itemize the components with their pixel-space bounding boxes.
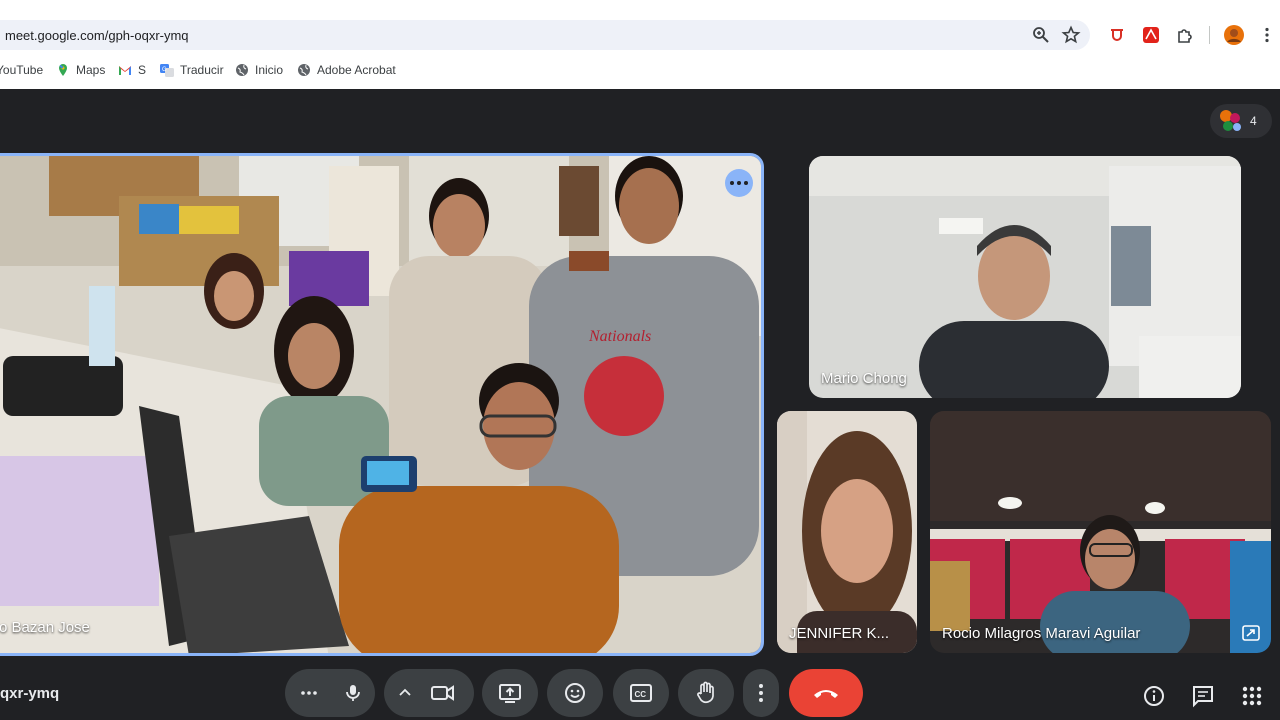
raise-hand-icon <box>697 681 714 703</box>
video-tile-mario-chong[interactable]: Mario Chong <box>809 156 1241 398</box>
microphone-button[interactable] <box>335 675 371 711</box>
video-tile-jennifer[interactable]: JENNIFER K... <box>777 411 917 653</box>
globe-icon <box>235 63 249 77</box>
bookmark-label: Inicio <box>255 63 284 77</box>
rocio-video-frame <box>930 411 1271 653</box>
main-video-frame: Nationals <box>0 156 761 653</box>
meeting-code: qxr-ymq <box>0 685 60 702</box>
jennifer-video-frame <box>777 411 917 653</box>
microphone-icon <box>346 685 360 701</box>
participant-name: Rocio Milagros Maravi Aguilar <box>942 625 1141 642</box>
gmail-icon <box>118 63 132 77</box>
bookmark-youtube[interactable]: YouTube <box>0 60 43 80</box>
bookmark-gmail[interactable]: S <box>118 60 146 80</box>
bookmark-adobe-acrobat[interactable]: Adobe Acrobat <box>297 60 396 80</box>
present-screen-button[interactable] <box>482 669 538 717</box>
video-tile-main[interactable]: Nationals o Bazan Jose <box>0 153 764 656</box>
kebab-icon <box>759 684 763 702</box>
emoji-reactions-button[interactable] <box>547 669 603 717</box>
globe-icon <box>297 63 311 77</box>
more-actions-button[interactable] <box>743 669 779 717</box>
captions-icon: CC <box>630 684 652 702</box>
participant-avatars-icon <box>1220 110 1241 131</box>
adobe-icon[interactable] <box>1142 26 1160 44</box>
chevron-up-icon[interactable] <box>398 683 412 703</box>
star-icon[interactable] <box>1061 25 1081 45</box>
address-bar[interactable]: meet.google.com/gph-oqxr-ymq <box>0 20 1090 50</box>
url-text[interactable]: meet.google.com/gph-oqxr-ymq <box>5 28 189 43</box>
extension-red-icon[interactable] <box>1108 26 1126 44</box>
translate-icon: G <box>160 63 174 77</box>
bookmarks-bar: YouTube Maps S G Traducir Inicio Adobe A… <box>0 60 700 80</box>
bookmark-inicio[interactable]: Inicio <box>235 60 283 80</box>
browser-chrome: meet.google.com/gph-oqxr-ymq YouTube Map… <box>0 0 1280 89</box>
participant-name: Mario Chong <box>821 370 907 387</box>
toolbar-divider <box>1209 26 1210 44</box>
bookmark-label: Traducir <box>180 63 224 77</box>
bookmark-label: Adobe Acrobat <box>317 63 396 77</box>
svg-text:Nationals: Nationals <box>588 328 651 345</box>
mic-button-group <box>285 669 375 717</box>
chat-icon[interactable] <box>1191 684 1215 708</box>
present-screen-icon <box>499 684 521 703</box>
meeting-info-icon[interactable] <box>1142 684 1166 708</box>
svg-text:G: G <box>162 67 167 73</box>
bookmark-maps[interactable]: Maps <box>56 60 105 80</box>
more-options-button[interactable] <box>299 681 319 705</box>
camera-button-group <box>384 669 474 717</box>
hang-up-icon <box>814 690 838 698</box>
emoji-icon <box>565 683 585 703</box>
profile-avatar[interactable] <box>1224 25 1244 45</box>
mario-video-frame <box>809 156 1241 398</box>
leave-call-button[interactable] <box>789 669 863 717</box>
svg-text:CC: CC <box>635 690 647 699</box>
kebab-menu-icon[interactable] <box>1258 26 1276 44</box>
bookmark-label: S <box>138 63 147 77</box>
participant-name: o Bazan Jose <box>0 619 90 636</box>
participant-name: JENNIFER K... <box>789 625 890 642</box>
maps-pin-icon <box>56 63 70 77</box>
bookmark-label: YouTube <box>0 63 44 77</box>
bookmark-label: Maps <box>76 63 106 77</box>
participants-button[interactable] <box>1210 104 1272 138</box>
captions-button[interactable]: CC <box>613 669 669 717</box>
participant-count: 4 <box>1250 114 1257 128</box>
video-tile-rocio[interactable]: Rocio Milagros Maravi Aguilar <box>930 411 1271 653</box>
puzzle-icon[interactable] <box>1176 26 1194 44</box>
zoom-icon[interactable] <box>1031 25 1051 45</box>
activities-icon[interactable] <box>1240 684 1264 708</box>
raise-hand-button[interactable] <box>678 669 734 717</box>
bookmark-traducir[interactable]: G Traducir <box>160 60 224 80</box>
camera-icon[interactable] <box>430 681 456 705</box>
